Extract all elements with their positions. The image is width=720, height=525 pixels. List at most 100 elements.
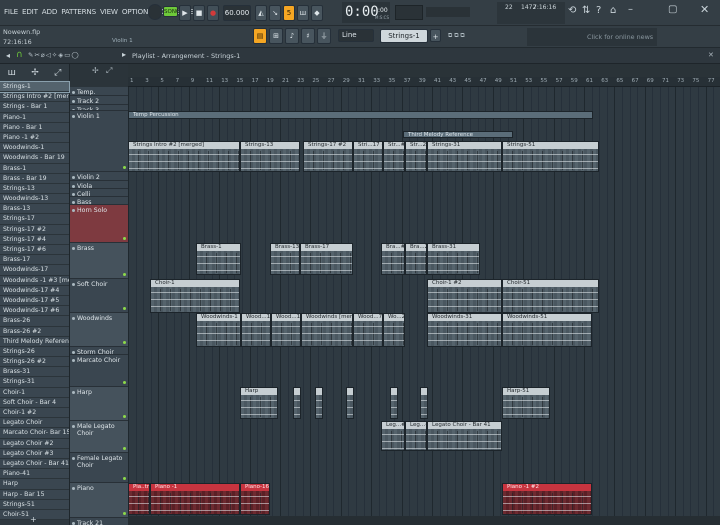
pattern-list-item[interactable]: Woodwinds-17 — [0, 265, 69, 276]
pattern-clip[interactable]: Wood...13 — [241, 313, 271, 347]
track-header[interactable]: Piano — [70, 483, 128, 518]
pattern-list-item[interactable]: Soft Choir - Bar 4 — [0, 397, 69, 408]
snapshot-icon[interactable]: ⟲ — [568, 5, 576, 16]
pattern-clip[interactable]: Choir-51 — [502, 279, 599, 313]
pattern-clip[interactable]: Choir-1 #2 — [427, 279, 502, 313]
pattern-list-item[interactable]: Woodwinds-1 — [0, 143, 69, 154]
pin-icon[interactable]: ⌂ — [610, 5, 616, 16]
track-mute-icon[interactable] — [72, 209, 75, 212]
pattern-clip[interactable]: Leg...#2 — [381, 421, 405, 451]
pattern-clip[interactable] — [293, 387, 301, 419]
tempo-display[interactable]: 60.000 — [223, 5, 251, 21]
track-mute-icon[interactable] — [72, 487, 75, 490]
track-mute-icon[interactable] — [72, 193, 75, 196]
pattern-clip[interactable]: Third Melody Reference — [403, 131, 513, 138]
pattern-list-item[interactable]: Strings-17 #6 — [0, 245, 69, 256]
track-header[interactable]: Track 2 — [70, 96, 128, 105]
pattern-list-item[interactable]: Legato Choir #3 — [0, 448, 69, 459]
pattern-clip[interactable]: Strings-17 #2 — [303, 141, 353, 172]
arrangement-grid[interactable]: 1 3 5 7 9 11 13 15 17 19 21 23 25 27 29 31 33 35 37 39 41 43 4… — [128, 64, 720, 525]
pattern-clip[interactable]: Bra...#2 — [381, 243, 405, 275]
track-header[interactable]: Celli — [70, 189, 128, 197]
pattern-list-item[interactable]: Woodwinds -1 #3 [merged] — [0, 275, 69, 286]
pattern-list-item[interactable]: Woodwinds-17 #4 — [0, 285, 69, 296]
piano-roll-view-button[interactable]: ⊞ — [269, 28, 283, 44]
pattern-clip[interactable] — [420, 387, 428, 419]
track-mute-icon[interactable] — [72, 283, 75, 286]
track-header[interactable]: Soft Choir — [70, 279, 128, 313]
track-header[interactable]: Track 21 — [70, 518, 128, 525]
pattern-list-item[interactable]: Brass-1 — [0, 163, 69, 174]
browser-link-icon[interactable]: ⤢ — [54, 68, 61, 78]
countdown-button[interactable]: ↘ — [269, 5, 281, 21]
pattern-clip[interactable]: Leg...#3 — [405, 421, 427, 451]
track-header[interactable]: Violin 1 — [70, 111, 128, 172]
pattern-list-item[interactable]: Brass-13 — [0, 204, 69, 215]
pattern-list-item[interactable]: Strings-17 #4 — [0, 234, 69, 245]
playlist-close-icon[interactable]: ✕ — [708, 51, 714, 59]
pattern-clip[interactable]: Strings-31 — [427, 141, 502, 172]
plugin-picker-button[interactable]: ⏚ — [317, 28, 331, 44]
pattern-list-item[interactable]: Brass - Bar 19 — [0, 173, 69, 184]
pattern-clip[interactable]: Str...#2 — [383, 141, 405, 172]
zoom-icon[interactable]: ✢ — [92, 66, 99, 75]
pattern-song-switch[interactable] — [148, 4, 162, 20]
track-header[interactable]: Harp — [70, 387, 128, 421]
pattern-list-item[interactable]: Brass-17 — [0, 255, 69, 266]
pattern-list-item[interactable]: Strings Intro #2 [merged] — [0, 92, 69, 103]
pattern-clip[interactable]: Temp Percussion — [128, 111, 593, 119]
pattern-list-item[interactable]: Strings-51 — [0, 499, 69, 510]
pattern-clip[interactable]: Strings-13 — [240, 141, 300, 172]
pattern-clip[interactable]: Brass-13 — [270, 243, 300, 275]
browser-options-icon[interactable]: ◂ — [6, 51, 10, 60]
master-volume-slider[interactable] — [426, 7, 470, 17]
track-mute-icon[interactable] — [72, 91, 75, 94]
channel-rack-button[interactable]: ♪ — [285, 28, 299, 44]
pattern-clip[interactable]: Wood...17 — [271, 313, 301, 347]
news-panel[interactable]: Click for online news — [527, 28, 657, 46]
playlist-view-button[interactable]: ▤ — [253, 28, 267, 44]
zoom-fit-icon[interactable]: ⤢ — [106, 66, 112, 76]
track-header[interactable]: Bass — [70, 197, 128, 205]
metronome-button[interactable]: ◭ — [255, 5, 267, 21]
pattern-clip[interactable]: Bra...26 — [405, 243, 427, 275]
pattern-clip[interactable] — [390, 387, 398, 419]
pattern-list-item[interactable]: Harp — [0, 479, 69, 490]
mixer-icon[interactable]: ⇅ — [582, 5, 590, 16]
track-mute-icon[interactable] — [72, 185, 75, 188]
blend-notes-button[interactable]: ш — [297, 5, 309, 21]
track-mute-icon[interactable] — [72, 457, 75, 460]
snap-magnet-icon[interactable]: ∩ — [16, 50, 23, 60]
pattern-list-item[interactable]: Piano-41 — [0, 469, 69, 480]
song-mode-button[interactable]: SONG — [163, 6, 180, 17]
pattern-selector[interactable]: Strings-1 — [380, 29, 428, 43]
track-mute-icon[interactable] — [72, 247, 75, 250]
pattern-list-item[interactable]: Brass-26 — [0, 316, 69, 327]
track-header[interactable]: Violin 2 — [70, 172, 128, 181]
pattern-clip[interactable]: Piano -1 #2 — [502, 483, 592, 515]
track-header[interactable]: Woodwinds — [70, 313, 128, 347]
pattern-list-item[interactable]: Legato Choir — [0, 418, 69, 429]
pattern-clip[interactable]: Harp-51 — [502, 387, 550, 419]
horizontal-scrollbar[interactable] — [128, 516, 720, 525]
track-header[interactable]: Storm Choir — [70, 347, 128, 355]
pattern-list-item[interactable]: Harp - Bar 15 — [0, 489, 69, 500]
playlist-menu-icon[interactable]: ▸ — [122, 50, 126, 59]
track-mute-icon[interactable] — [72, 351, 75, 354]
track-mute-icon[interactable] — [72, 359, 75, 362]
help-icon[interactable]: ? — [596, 5, 601, 16]
news-text[interactable]: Click for online news — [587, 33, 653, 41]
pattern-list-item[interactable]: Strings-17 #2 — [0, 224, 69, 235]
recent-files-icons[interactable]: ⧉ ⧉ ⧉ — [448, 32, 465, 40]
mixer-view-button[interactable]: ♯ — [301, 28, 315, 44]
pattern-list-item[interactable]: Third Melody Reference — [0, 336, 69, 347]
track-mute-icon[interactable] — [72, 100, 75, 103]
pattern-clip[interactable]: Wo...26 — [383, 313, 405, 347]
pattern-list-item[interactable]: Strings-1 — [0, 80, 70, 94]
menu-add[interactable]: ADD — [40, 7, 59, 16]
pattern-list-item[interactable]: Strings-31 — [0, 377, 69, 388]
pattern-clip[interactable]: Str...26 — [405, 141, 427, 172]
pattern-list-item[interactable]: Piano - Bar 1 — [0, 122, 69, 133]
pattern-list-item[interactable]: Choir-1 — [0, 387, 69, 398]
pattern-list-item[interactable]: Brass-26 #2 — [0, 326, 69, 337]
